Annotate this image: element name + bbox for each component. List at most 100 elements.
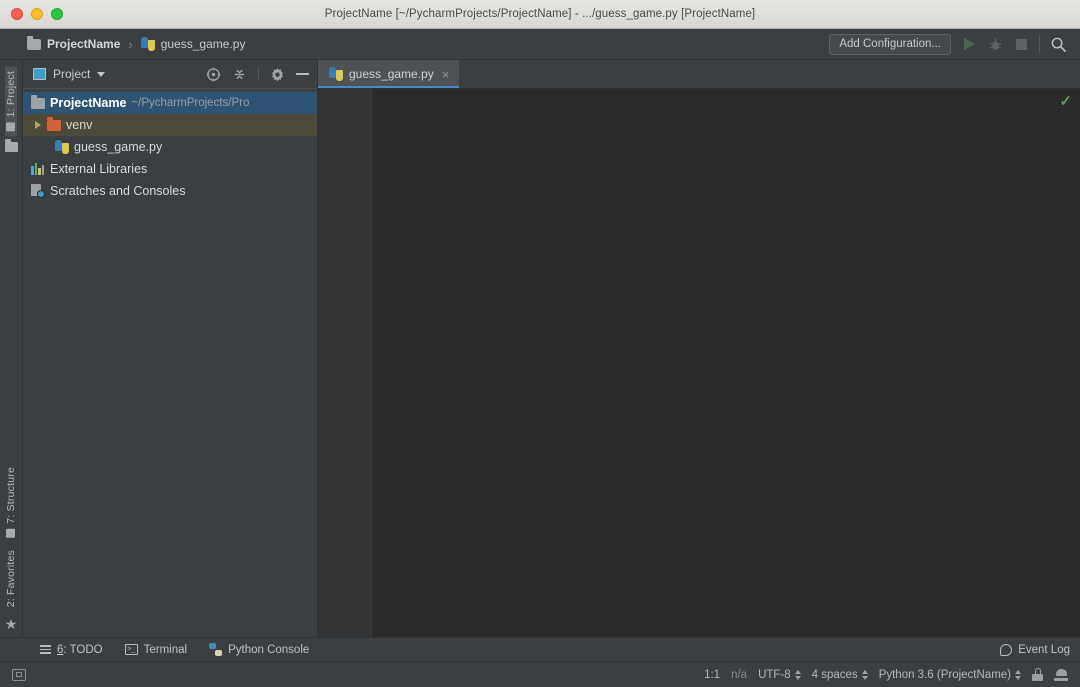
editor-tab-guess-game[interactable]: guess_game.py × bbox=[318, 60, 460, 88]
editor-area: guess_game.py × ✓ bbox=[318, 60, 1080, 637]
python-file-icon bbox=[329, 67, 343, 81]
chevron-right-icon[interactable] bbox=[35, 121, 41, 129]
breadcrumb-item-project[interactable]: ProjectName bbox=[27, 35, 121, 51]
chevron-updown-icon bbox=[794, 669, 801, 680]
tool-button-python-console[interactable]: Python Console bbox=[209, 643, 309, 656]
code-surface[interactable]: ✓ bbox=[372, 89, 1080, 637]
bottom-bar-right: Event Log bbox=[1000, 643, 1070, 656]
breadcrumb-label: guess_game.py bbox=[160, 37, 246, 51]
window-traffic-lights bbox=[0, 8, 63, 20]
editor-body[interactable]: ✓ bbox=[318, 89, 1080, 637]
inspection-status-icon: ✓ bbox=[1059, 93, 1072, 110]
stop-button[interactable] bbox=[1013, 36, 1029, 52]
tree-row-project-root[interactable]: ProjectName ~/PycharmProjects/Pro bbox=[23, 92, 317, 114]
sidebar-tab-project[interactable]: 1: Project bbox=[5, 66, 17, 137]
tree-row-label: venv bbox=[66, 118, 93, 132]
close-icon[interactable]: × bbox=[440, 68, 450, 81]
bottom-tool-window-bar: 6: TODO >_ Terminal Python Console Event… bbox=[0, 637, 1080, 661]
editor-tab-bar: guess_game.py × bbox=[318, 60, 1080, 89]
tree-row-venv[interactable]: venv bbox=[23, 114, 317, 136]
search-icon bbox=[1051, 37, 1066, 52]
editor-gutter bbox=[318, 89, 372, 637]
breadcrumb-item-file[interactable]: guess_game.py bbox=[140, 37, 246, 51]
select-opened-file-button[interactable] bbox=[206, 67, 221, 82]
tree-row-scratches[interactable]: Scratches and Consoles bbox=[23, 180, 317, 202]
monitor-icon[interactable] bbox=[12, 668, 26, 681]
git-branch-widget[interactable]: n/a bbox=[731, 669, 747, 681]
tree-row-path: ~/PycharmProjects/Pro bbox=[131, 97, 250, 109]
sidebar-tab-label: 7: Structure bbox=[5, 467, 17, 524]
bug-icon bbox=[989, 37, 1001, 50]
folder-icon bbox=[31, 94, 45, 109]
editor-tab-label: guess_game.py bbox=[349, 67, 434, 81]
tool-button-label: Python Console bbox=[228, 643, 310, 656]
caret-position[interactable]: 1:1 bbox=[704, 669, 720, 681]
folder-icon bbox=[27, 35, 41, 50]
status-bar-right: 1:1 n/a UTF-8 4 spaces Python 3.6 (Proje… bbox=[704, 668, 1068, 682]
encoding-widget[interactable]: UTF-8 bbox=[758, 669, 801, 681]
scratches-icon bbox=[31, 184, 45, 198]
encoding-label: UTF-8 bbox=[758, 668, 791, 681]
sidebar-tab-structure[interactable]: 7: Structure bbox=[5, 462, 17, 543]
python-console-icon bbox=[209, 643, 223, 656]
interpreter-widget[interactable]: Python 3.6 (ProjectName) bbox=[879, 669, 1021, 681]
breadcrumb-separator: › bbox=[128, 36, 133, 52]
folder-excluded-icon bbox=[47, 116, 61, 131]
tool-button-todo[interactable]: 6: TODO bbox=[40, 644, 103, 656]
tree-row-guess-game[interactable]: guess_game.py bbox=[23, 136, 317, 158]
hide-panel-button[interactable] bbox=[296, 73, 309, 75]
sidebar-tab-favorites[interactable]: 2: Favorites bbox=[5, 545, 17, 612]
tree-row-label: guess_game.py bbox=[74, 140, 163, 154]
chevron-updown-icon bbox=[1015, 669, 1021, 680]
breadcrumb-label: ProjectName bbox=[47, 37, 121, 51]
minimize-window-button[interactable] bbox=[31, 8, 43, 20]
left-tool-window-bar: 1: Project 7: Structure 2: Favorites ★ bbox=[0, 60, 23, 637]
settings-button[interactable] bbox=[270, 67, 285, 82]
sidebar-tab-label: 1: Project bbox=[5, 71, 17, 118]
tree-row-external-libraries[interactable]: External Libraries bbox=[23, 158, 317, 180]
project-panel-title: Project bbox=[53, 67, 91, 81]
left-strip-bottom: 7: Structure 2: Favorites ★ bbox=[0, 462, 22, 637]
structure-tab-icon bbox=[6, 528, 16, 538]
search-everywhere-button[interactable] bbox=[1050, 36, 1067, 53]
tree-row-label: Scratches and Consoles bbox=[50, 184, 186, 198]
minimize-icon bbox=[296, 73, 309, 75]
sidebar-tab-label: 2: Favorites bbox=[5, 549, 17, 607]
left-strip-top: 1: Project bbox=[4, 60, 18, 153]
python-file-icon bbox=[55, 140, 69, 154]
interpreter-label: Python 3.6 (ProjectName) bbox=[878, 668, 1011, 681]
maximize-window-button[interactable] bbox=[51, 8, 63, 20]
main-toolbar-actions: Add Configuration... bbox=[829, 33, 1080, 55]
event-log-icon bbox=[1000, 643, 1013, 656]
debug-button[interactable] bbox=[987, 36, 1003, 52]
tool-button-label: Event Log bbox=[1018, 643, 1070, 656]
workspace: 1: Project 7: Structure 2: Favorites ★ P… bbox=[0, 60, 1080, 637]
indent-label: 4 spaces bbox=[811, 668, 858, 681]
run-button[interactable] bbox=[961, 36, 977, 52]
close-window-button[interactable] bbox=[11, 8, 23, 20]
chevron-down-icon[interactable] bbox=[97, 71, 106, 77]
project-view-icon bbox=[33, 68, 46, 80]
inspector-icon[interactable] bbox=[1054, 668, 1068, 682]
tool-button-terminal[interactable]: >_ Terminal bbox=[124, 643, 188, 656]
tool-button-label: Terminal bbox=[143, 643, 188, 656]
tool-button-label: : TODO bbox=[63, 643, 103, 656]
stop-square-icon bbox=[1015, 38, 1027, 50]
status-bar: 1:1 n/a UTF-8 4 spaces Python 3.6 (Proje… bbox=[0, 661, 1080, 687]
run-triangle-icon bbox=[963, 38, 975, 50]
python-file-icon bbox=[140, 37, 155, 51]
collapse-all-icon bbox=[234, 69, 245, 79]
tool-button-event-log[interactable]: Event Log bbox=[1000, 643, 1070, 656]
project-panel-header: Project bbox=[23, 60, 317, 89]
unlocked-icon[interactable] bbox=[1032, 668, 1043, 681]
collapse-all-button[interactable] bbox=[232, 67, 247, 82]
tree-row-label: External Libraries bbox=[50, 162, 148, 176]
gear-icon bbox=[271, 67, 284, 81]
add-configuration-button[interactable]: Add Configuration... bbox=[829, 33, 951, 55]
navigation-bar: ProjectName › guess_game.py Add Configur… bbox=[0, 29, 1080, 60]
terminal-icon: >_ bbox=[124, 644, 138, 655]
tree-row-label: ProjectName bbox=[50, 96, 127, 110]
toolbar-divider bbox=[1039, 36, 1040, 52]
indent-widget[interactable]: 4 spaces bbox=[812, 669, 868, 681]
folder-icon bbox=[4, 139, 18, 153]
